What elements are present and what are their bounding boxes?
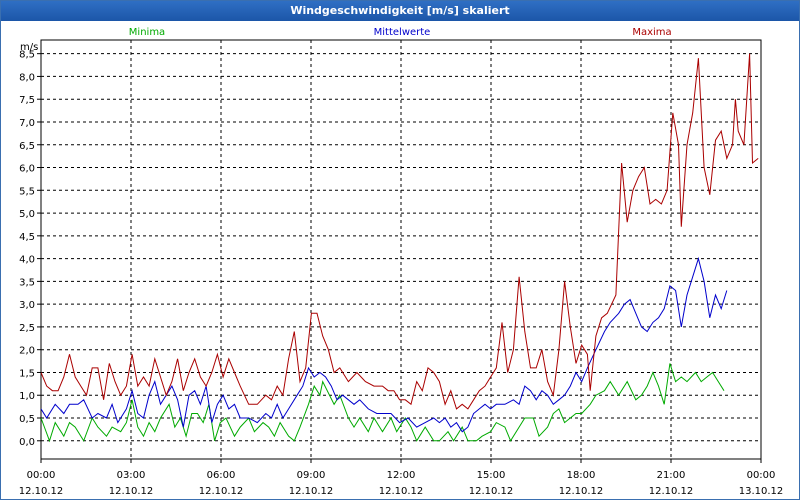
x-tick-date: 12.10.12 (379, 486, 424, 497)
y-tick-label: 8,0 (19, 72, 35, 83)
x-tick-date: 13.10.12 (739, 486, 784, 497)
y-tick-label: 0,5 (19, 414, 35, 425)
y-tick-label: 6,5 (19, 141, 35, 152)
x-tick-time: 09:00 (297, 470, 326, 481)
y-axis-label: m/s (20, 42, 38, 53)
x-tick-time: 18:00 (567, 470, 596, 481)
y-axis-ticks: 0,0 0,5 1,0 1,5 2,0 2,5 3,0 3,5 4,0 4,5 5,0 5,5 6,0 6… (19, 50, 41, 448)
y-tick-label: 2,0 (19, 346, 35, 357)
y-tick-label: 1,5 (19, 368, 35, 379)
y-tick-label: 4,5 (19, 232, 35, 243)
x-tick-date: 12.10.12 (199, 486, 244, 497)
y-tick-label: 2,5 (19, 323, 35, 334)
x-tick-time: 12:00 (387, 470, 416, 481)
x-tick-date: 12.10.12 (289, 486, 334, 497)
y-tick-label: 1,0 (19, 391, 35, 402)
y-tick-label: 4,0 (19, 255, 35, 266)
y-tick-label: 3,5 (19, 277, 35, 288)
legend-item-mittelwerte: Mittelwerte (374, 27, 431, 38)
x-tick-time: 15:00 (477, 470, 506, 481)
x-tick-date: 12.10.12 (19, 486, 64, 497)
legend-item-maxima: Maxima (632, 27, 671, 38)
y-tick-label: 7,0 (19, 118, 35, 129)
x-tick-date: 12.10.12 (649, 486, 694, 497)
x-tick-time: 00:00 (747, 470, 776, 481)
x-tick-date: 12.10.12 (559, 486, 604, 497)
x-axis-ticks: 00:00 12.10.12 03:00 12.10.12 06:00 12.10.12 0… (19, 459, 784, 497)
y-tick-label: 7,5 (19, 95, 35, 106)
y-tick-label: 5,0 (19, 209, 35, 220)
x-tick-date: 12.10.12 (469, 486, 514, 497)
y-tick-label: 0,0 (19, 437, 35, 448)
legend: Minima Mittelwerte Maxima (129, 27, 672, 38)
x-tick-time: 06:00 (207, 470, 236, 481)
x-tick-time: 03:00 (117, 470, 146, 481)
y-tick-label: 3,0 (19, 300, 35, 311)
x-tick-time: 21:00 (657, 470, 686, 481)
legend-item-minima: Minima (129, 27, 165, 38)
y-tick-label: 5,5 (19, 186, 35, 197)
x-tick-date: 12.10.12 (109, 486, 154, 497)
x-tick-time: 00:00 (27, 470, 56, 481)
y-tick-label: 6,0 (19, 164, 35, 175)
line-chart: 0,0 0,5 1,0 1,5 2,0 2,5 3,0 3,5 4,0 4,5 5,0 5,5 6,0 6… (19, 27, 784, 497)
